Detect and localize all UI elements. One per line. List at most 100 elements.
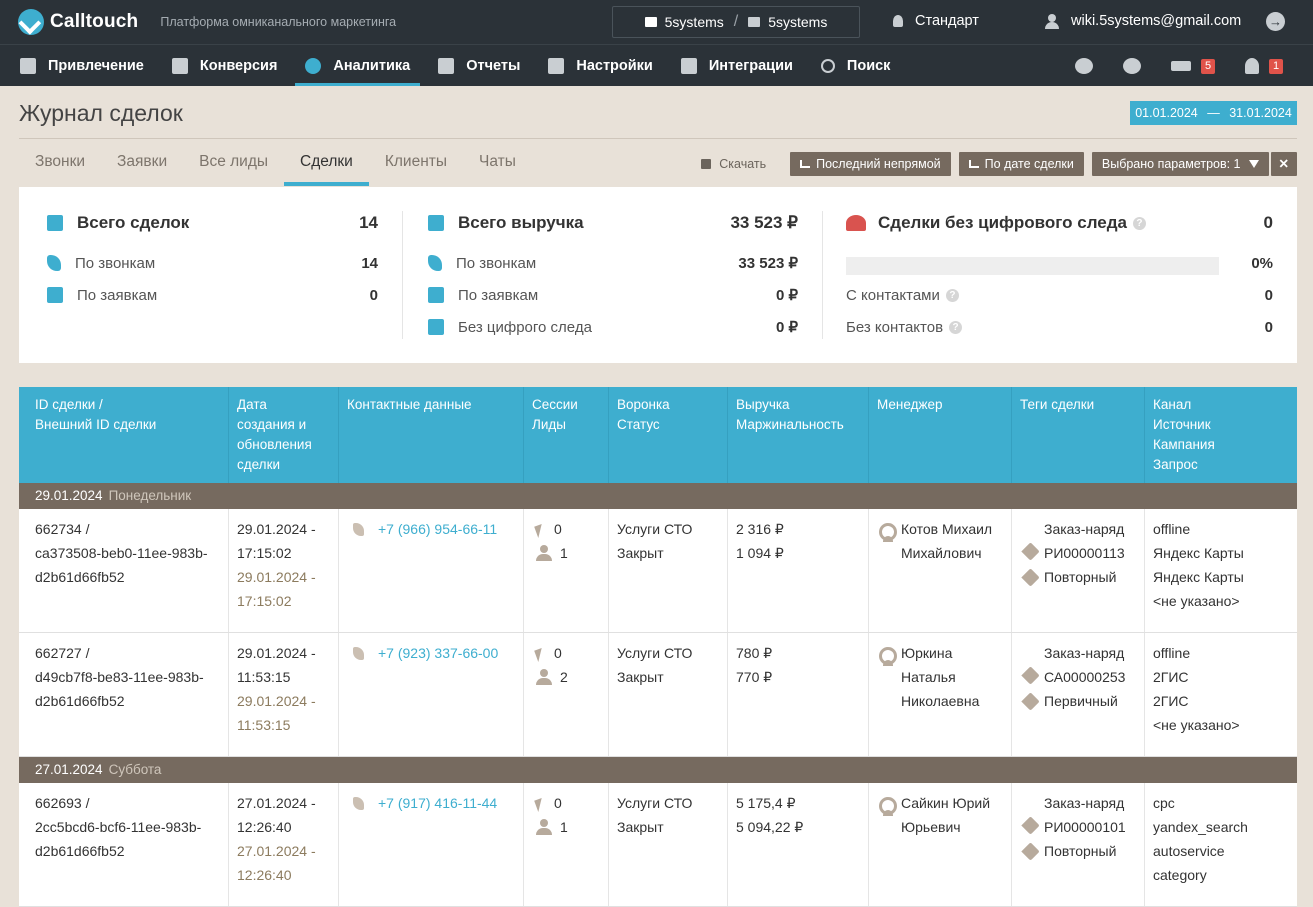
header-label: Дата — [237, 397, 267, 412]
integrations-icon — [680, 57, 697, 74]
channel-line: category — [1153, 867, 1207, 883]
deal-id-text: d2b61d66fb52 — [35, 569, 125, 585]
table-row[interactable]: 662693 / 2cc5bcd6-bcf6-11ee-983b-d2b61d66… — [19, 783, 1297, 907]
revenue-value: 5 175,4 ₽ — [736, 795, 796, 811]
date-mode-button[interactable]: По дате сделки — [958, 152, 1084, 176]
phone-link[interactable]: +7 (966) 954-66-11 — [378, 521, 497, 537]
channel-line: cpc — [1153, 795, 1175, 811]
nav-item-settings[interactable]: Настройки — [548, 45, 667, 86]
help-icon[interactable]: ? — [949, 320, 963, 334]
cursor-icon — [534, 647, 546, 663]
tag-text-line: Первичный — [1044, 693, 1118, 709]
nav-item-integrations[interactable]: Интеграции — [680, 45, 807, 86]
clear-filter-button[interactable]: ✕ — [1270, 152, 1297, 176]
deal-status: Закрыт — [617, 669, 664, 685]
tab-deals[interactable]: Сделки — [284, 146, 369, 186]
summary-label: С контактами — [846, 286, 940, 304]
header-col-channel[interactable]: Канал Источник Кампания Запрос — [1144, 387, 1297, 483]
summary-divider — [822, 211, 823, 339]
nav-item-conversion[interactable]: Конверсия — [171, 45, 292, 86]
logout-icon[interactable]: → — [1266, 12, 1285, 31]
table-row[interactable]: 662734 / ca373508-beb0-11ee-983b-d2b61d66… — [19, 509, 1297, 633]
channel-line: Яндекс Карты — [1153, 569, 1244, 585]
tag-text-line: СА00000253 — [1044, 669, 1126, 685]
leads-count: 1 — [532, 541, 600, 565]
phone-icon — [353, 523, 364, 536]
contact-phone[interactable]: +7 (917) 416-11-44 — [347, 791, 515, 815]
created-date: 29.01.2024 - — [237, 521, 316, 537]
contact-phone[interactable]: +7 (923) 337-66-00 — [347, 641, 515, 665]
plan-indicator[interactable]: Стандарт — [893, 13, 979, 29]
tab-all-leads[interactable]: Все лиды — [183, 146, 284, 186]
header-label: Маржинальность — [736, 417, 844, 432]
education-icon[interactable] — [1171, 61, 1191, 71]
leads-value: 2 — [560, 669, 568, 685]
date-mode-label: По дате сделки — [984, 157, 1074, 171]
header-col-dates[interactable]: Дата создания и обновления сделки — [228, 387, 338, 483]
tab-requests[interactable]: Заявки — [101, 146, 183, 186]
date-range-picker[interactable]: 01.01.2024 — 31.01.2024 — [1130, 101, 1297, 125]
manager-name: Сайкин Юрий Юрьевич — [877, 791, 1003, 839]
header-label: Менеджер — [877, 397, 943, 412]
tab-clients[interactable]: Клиенты — [369, 146, 463, 186]
logo[interactable]: Calltouch — [18, 9, 138, 35]
nav-item-analytics[interactable]: Аналитика — [295, 45, 424, 86]
user-menu[interactable]: wiki.5systems@gmail.com — [1045, 13, 1241, 29]
contact-phone[interactable]: +7 (966) 954-66-11 — [347, 517, 515, 541]
help-icon[interactable]: ? — [945, 288, 959, 302]
header-col-sessions[interactable]: Сессии Лиды — [523, 387, 608, 483]
tab-chats[interactable]: Чаты — [463, 146, 532, 186]
header-col-contacts[interactable]: Контактные данные — [338, 387, 523, 483]
channel-line: Яндекс Карты — [1153, 545, 1244, 561]
nav-item-search[interactable]: Поиск — [820, 45, 905, 86]
tag-text-line: Заказ-наряд — [1044, 521, 1125, 537]
operator-icon[interactable] — [1123, 58, 1141, 74]
updated-date: 29.01.2024 - — [237, 693, 316, 709]
summary-no-trace: Сделки без цифрового следа? 0 0% С контак… — [846, 207, 1273, 343]
phone-link[interactable]: +7 (923) 337-66-00 — [378, 645, 498, 661]
header-col-funnel[interactable]: Воронка Статус — [608, 387, 727, 483]
updated-date: 27.01.2024 - — [237, 843, 316, 859]
phone-link[interactable]: +7 (917) 416-11-44 — [378, 795, 497, 811]
filter-params-button[interactable]: Выбрано параметров: 1 — [1091, 152, 1269, 176]
col-sessions-cell: 01 — [523, 783, 608, 906]
download-button[interactable]: Скачать — [701, 157, 766, 171]
col-revenue-cell: 5 175,4 ₽ 5 094,22 ₽ — [727, 783, 868, 906]
channel-line: offline — [1153, 521, 1191, 537]
rocket-icon — [893, 15, 903, 27]
created-date: 17:15:02 — [237, 545, 292, 561]
table-row[interactable]: 662727 / d49cb7f8-be83-11ee-983b-d2b61d66… — [19, 633, 1297, 757]
manager-name: Котов Михаил Михайлович — [877, 517, 1003, 565]
support-chat-icon[interactable] — [1075, 58, 1093, 74]
deal-id-text: d2b61d66fb52 — [35, 693, 125, 709]
handshake-question-icon — [846, 215, 866, 231]
params-label: Выбрано параметров: 1 — [1101, 157, 1241, 171]
summary-value: 0 ₽ — [775, 287, 798, 304]
nav-item-attraction[interactable]: Привлечение — [20, 45, 158, 86]
header-col-manager[interactable]: Менеджер — [868, 387, 1011, 483]
deal-id-text: 662734 / — [35, 521, 90, 537]
calltouch-logo-icon — [18, 9, 44, 35]
tab-calls[interactable]: Звонки — [19, 146, 101, 186]
manager-icon — [879, 523, 897, 542]
channel-line: 2ГИС — [1153, 693, 1189, 709]
project-switcher[interactable]: 5systems / 5systems — [612, 6, 860, 38]
header-col-revenue[interactable]: Выручка Маржинальность — [727, 387, 868, 483]
deals-table: ID сделки / Внешний ID сделки Дата создания… — [19, 387, 1297, 907]
channel-line: <не указано> — [1153, 593, 1240, 609]
group-weekday: Понедельник — [108, 488, 192, 503]
app-name: Calltouch — [50, 11, 139, 32]
tag-text-line: РИ00000113 — [1044, 545, 1125, 561]
attribution-button[interactable]: Последний непрямой — [790, 152, 951, 176]
header-label: Контактные данные — [347, 397, 472, 412]
bell-icon[interactable] — [1245, 58, 1259, 74]
main-nav: Привлечение Конверсия Аналитика Отчеты Н… — [0, 44, 1313, 86]
divider — [19, 138, 1297, 139]
manager-icon — [879, 647, 897, 666]
tag-text: Заказ-наряд РИ00000101 — [1020, 791, 1136, 839]
header-col-deal-id[interactable]: ID сделки / Внешний ID сделки — [19, 387, 228, 483]
col-manager-cell: Сайкин Юрий Юрьевич — [868, 783, 1011, 906]
nav-item-reports[interactable]: Отчеты — [438, 45, 534, 86]
help-icon[interactable]: ? — [1132, 216, 1146, 230]
header-col-tags[interactable]: Теги сделки — [1011, 387, 1144, 483]
